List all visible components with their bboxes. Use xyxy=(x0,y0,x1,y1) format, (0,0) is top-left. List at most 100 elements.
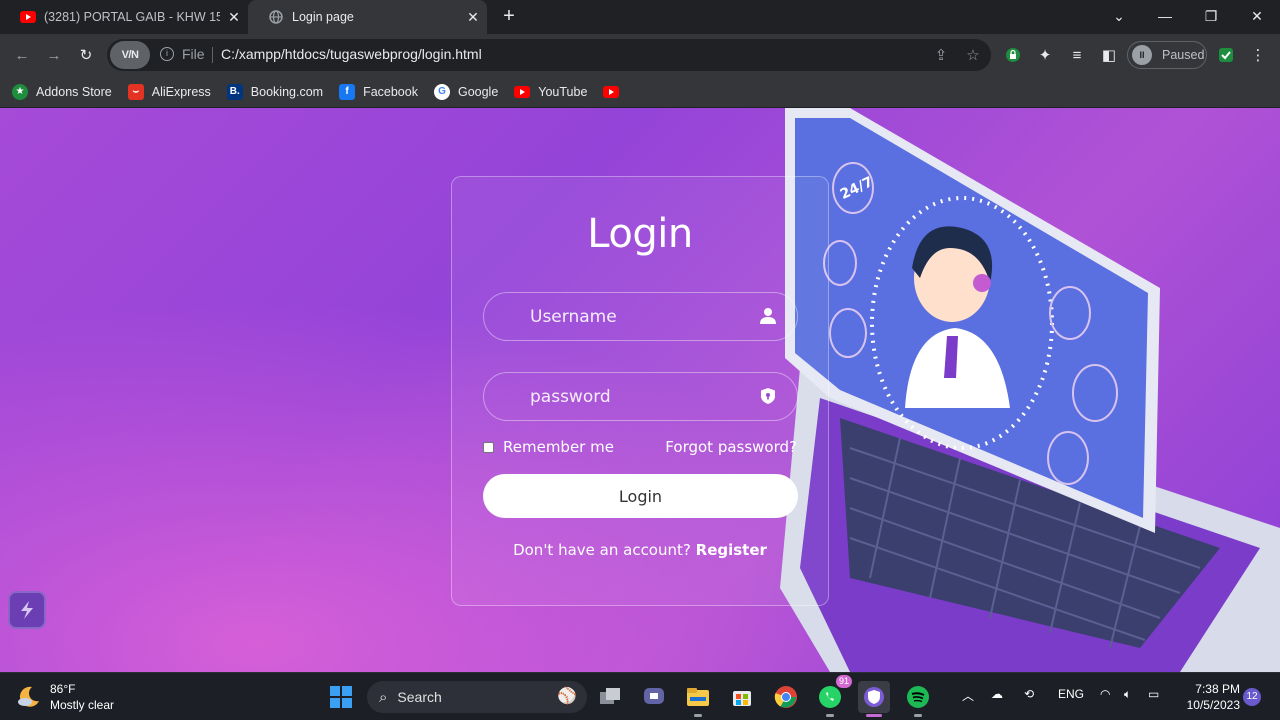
bookmark-addons-store[interactable]: ★ Addons Store xyxy=(12,83,112,100)
sync-icon[interactable]: ⟲ xyxy=(1024,687,1034,701)
teams-chat-icon[interactable] xyxy=(638,681,670,713)
bookmark-label: Facebook xyxy=(363,84,418,99)
weather-desc: Mostly clear xyxy=(50,698,115,712)
bookmark-label: AliExpress xyxy=(151,84,211,99)
shield-check-icon[interactable] xyxy=(1214,43,1238,67)
login-card: Login Remember me Forgot password? Login… xyxy=(451,176,829,606)
bookmark-google[interactable]: G Google xyxy=(433,83,499,100)
spotify-icon[interactable] xyxy=(902,681,934,717)
minimize-button[interactable]: — xyxy=(1142,0,1188,32)
youtube-icon xyxy=(20,9,36,25)
remember-label: Remember me xyxy=(503,438,614,456)
whatsapp-icon[interactable]: 91 xyxy=(814,675,852,717)
bookmark-label: YouTube xyxy=(538,84,588,99)
remember-me[interactable]: Remember me xyxy=(483,438,614,456)
bookmark-youtube[interactable]: YouTube xyxy=(514,84,587,100)
extensions-icon[interactable]: ✦ xyxy=(1033,43,1057,67)
tab-youtube[interactable]: (3281) PORTAL GAIB - KHW 152 ✕ xyxy=(0,0,248,34)
file-explorer-icon[interactable] xyxy=(682,681,714,717)
window-close-button[interactable]: ✕ xyxy=(1234,0,1280,32)
vpn-button[interactable]: V/N xyxy=(110,41,150,69)
aliexpress-icon: ⌣ xyxy=(127,83,144,100)
bookmark-booking[interactable]: B. Booking.com xyxy=(226,83,323,100)
close-icon[interactable]: ✕ xyxy=(459,9,487,26)
brave-vpn-icon[interactable] xyxy=(858,681,890,717)
chrome-icon[interactable] xyxy=(770,681,802,713)
tab-title: (3281) PORTAL GAIB - KHW 152 xyxy=(44,10,220,24)
clock[interactable]: 7:38 PM 10/5/2023 xyxy=(1170,681,1240,713)
show-hidden-icons[interactable]: ︿ xyxy=(962,687,974,704)
reload-icon[interactable]: ↻ xyxy=(74,43,98,67)
password-field[interactable] xyxy=(483,372,798,421)
forgot-password-link[interactable]: Forgot password? xyxy=(665,438,797,456)
bookmark-label: Addons Store xyxy=(36,84,112,99)
share-icon[interactable]: ⇪ xyxy=(929,43,953,67)
register-link[interactable]: Register xyxy=(696,541,767,559)
facebook-icon: f xyxy=(339,83,356,100)
username-input[interactable] xyxy=(484,293,797,340)
task-view-icon[interactable] xyxy=(594,681,626,713)
login-button[interactable]: Login xyxy=(483,474,798,518)
login-page: 24/7 Login Remember me Forgot password? xyxy=(0,108,1280,672)
search-icon: ⌕ xyxy=(379,688,388,706)
addons-store-icon: ★ xyxy=(12,83,28,100)
onedrive-icon[interactable]: ☁ xyxy=(991,687,1003,701)
youtube-icon xyxy=(514,84,531,100)
back-icon[interactable]: ← xyxy=(10,43,34,67)
whatsapp-badge: 91 xyxy=(835,675,852,688)
notification-badge[interactable]: 12 xyxy=(1243,688,1261,706)
profile-paused-button[interactable]: II Paused xyxy=(1127,41,1207,69)
browser-toolbar: ← → ↻ V/N i File C:/xampp/htdocs/tugaswe… xyxy=(0,34,1280,76)
windows-icon xyxy=(330,686,352,708)
booking-icon: B. xyxy=(226,83,243,100)
weather-widget[interactable]: 86°F Mostly clear xyxy=(16,681,114,713)
forward-icon[interactable]: → xyxy=(42,43,66,67)
tab-login-page[interactable]: Login page ✕ xyxy=(248,0,487,34)
windows-taskbar: 86°F Mostly clear ⌕ Search ⚾ 91 ︿ ☁ ⟲ EN… xyxy=(0,672,1280,720)
start-button[interactable] xyxy=(325,681,357,713)
weather-temp: 86°F xyxy=(50,682,76,696)
username-field[interactable] xyxy=(483,292,798,341)
volume-icon[interactable]: 🔈︎ xyxy=(1124,687,1131,702)
shield-lock-icon xyxy=(761,388,775,404)
tab-search-icon[interactable]: ⌄ xyxy=(1096,0,1142,32)
reading-list-icon[interactable]: ≡ xyxy=(1065,43,1089,67)
side-panel-icon[interactable]: ◧ xyxy=(1097,43,1121,67)
url-text[interactable]: C:/xampp/htdocs/tugaswebprog/login.html xyxy=(221,46,482,62)
info-icon[interactable]: i xyxy=(160,47,174,61)
star-icon[interactable]: ☆ xyxy=(961,43,985,67)
divider xyxy=(212,47,213,63)
moon-cloud-icon xyxy=(18,686,39,707)
bookmark-label: Google xyxy=(457,84,499,99)
youtube-icon xyxy=(603,84,620,100)
bookmark-facebook[interactable]: f Facebook xyxy=(339,83,418,100)
bookmark-youtube-2[interactable] xyxy=(603,84,627,100)
bookmark-aliexpress[interactable]: ⌣ AliExpress xyxy=(127,83,211,100)
vpn-extension-icon[interactable] xyxy=(1001,43,1025,67)
tab-strip: (3281) PORTAL GAIB - KHW 152 ✕ Login pag… xyxy=(0,0,1280,34)
password-input[interactable] xyxy=(484,373,797,420)
battery-icon[interactable]: ▭ xyxy=(1148,687,1159,701)
extension-floating-button[interactable] xyxy=(8,591,46,629)
wifi-icon[interactable]: ◠ xyxy=(1100,687,1110,701)
pause-icon: II xyxy=(1132,45,1152,65)
profile-status: Paused xyxy=(1162,48,1205,62)
google-icon: G xyxy=(433,83,450,100)
running-indicator xyxy=(914,714,922,717)
menu-icon[interactable]: ⋮ xyxy=(1246,43,1270,67)
language-indicator[interactable]: ENG xyxy=(1058,687,1084,701)
search-label: Search xyxy=(397,689,442,705)
close-icon[interactable]: ✕ xyxy=(220,9,248,26)
microsoft-store-icon[interactable] xyxy=(726,681,758,713)
restore-button[interactable]: ❐ xyxy=(1188,0,1234,32)
search-highlight-icon: ⚾ xyxy=(557,688,577,705)
clock-time: 7:38 PM xyxy=(1195,682,1240,696)
lightning-icon xyxy=(21,601,33,619)
new-tab-button[interactable]: + xyxy=(498,5,520,27)
taskbar-search[interactable]: ⌕ Search ⚾ xyxy=(367,681,587,713)
login-title: Login xyxy=(587,211,693,257)
signup-prompt: Don't have an account? Register xyxy=(452,541,828,559)
remember-checkbox[interactable] xyxy=(483,441,494,453)
address-bar[interactable]: V/N i File C:/xampp/htdocs/tugaswebprog/… xyxy=(107,39,991,71)
running-indicator xyxy=(866,714,882,717)
